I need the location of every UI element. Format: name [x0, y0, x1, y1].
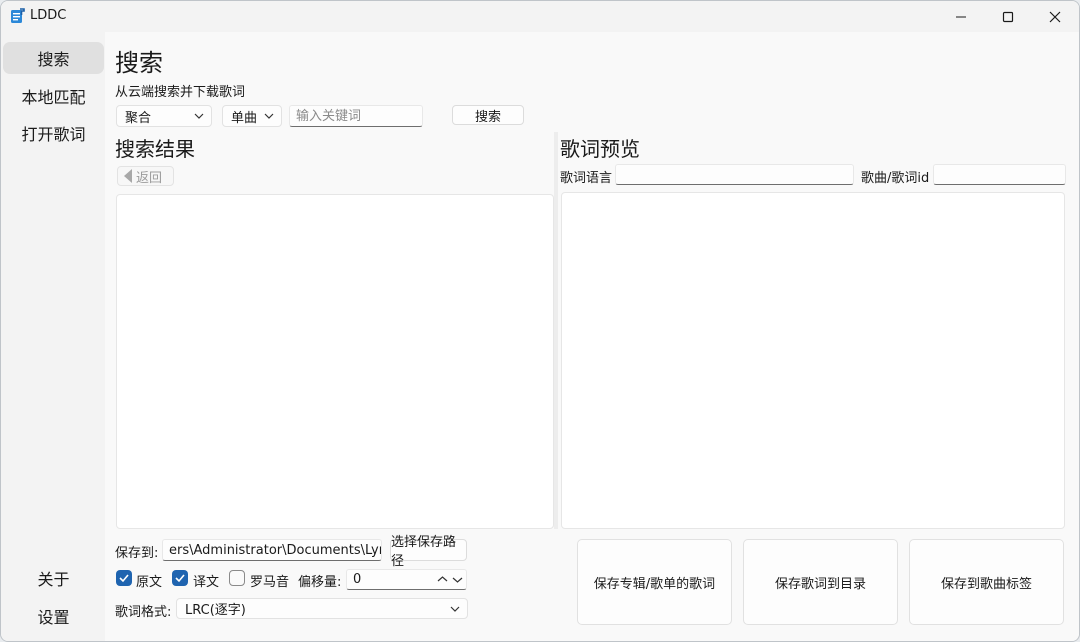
sidebar-item-about[interactable]: 关于	[3, 562, 104, 594]
chevron-down-icon	[194, 113, 204, 119]
sidebar-item-open-lyrics[interactable]: 打开歌词	[3, 117, 104, 149]
results-title: 搜索结果	[115, 137, 195, 161]
back-button-label: 返回	[136, 170, 163, 186]
sidebar: 搜索 本地匹配 打开歌词 关于 设置	[1, 32, 105, 641]
offset-value: 0	[353, 572, 362, 587]
window-title: LDDC	[30, 8, 67, 23]
back-arrow-icon	[124, 169, 132, 183]
app-logo-icon	[11, 8, 25, 23]
translation-checkbox[interactable]	[172, 570, 188, 586]
source-select-value: 聚合	[125, 110, 152, 126]
search-page: 搜索 从云端搜索并下载歌词 聚合 单曲 搜索 搜索结果 返回 歌词预览 歌词语言…	[105, 32, 1079, 641]
song-id-label: 歌曲/歌词id	[861, 171, 930, 186]
minimize-button[interactable]	[938, 1, 984, 32]
source-select[interactable]: 聚合	[116, 105, 212, 127]
lyrics-preview[interactable]	[561, 192, 1065, 529]
splitter-handle[interactable]	[554, 132, 558, 529]
save-path-label: 保存到:	[115, 546, 159, 561]
decrement-icon[interactable]	[452, 574, 463, 585]
save-path-field[interactable]: ers\Administrator\Documents\Lyrics	[162, 539, 382, 561]
close-icon	[1049, 11, 1061, 22]
romaji-checkbox[interactable]	[229, 570, 245, 586]
chevron-down-icon	[264, 113, 274, 119]
language-label: 歌词语言	[560, 171, 613, 186]
translation-label: 译文	[193, 575, 220, 590]
app-window: LDDC 搜索 本地匹配 打开歌词 关于 设置 搜索 从云端搜索并下载歌词 聚合…	[0, 0, 1080, 642]
minimize-icon	[956, 16, 966, 17]
choose-path-button[interactable]: 选择保存路径	[390, 535, 467, 569]
sidebar-item-settings[interactable]: 设置	[3, 600, 104, 632]
romaji-label: 罗马音	[250, 575, 290, 590]
chevron-down-icon	[450, 606, 460, 612]
title-bar: LDDC	[1, 1, 1079, 32]
close-button[interactable]	[1032, 1, 1078, 32]
offset-spinbox[interactable]: 0	[346, 569, 467, 590]
format-select[interactable]: LRC(逐字)	[176, 598, 468, 619]
results-list[interactable]	[116, 194, 554, 529]
song-id-field[interactable]	[933, 164, 1066, 185]
format-select-value: LRC(逐字)	[185, 603, 246, 618]
page-subtitle: 从云端搜索并下载歌词	[115, 85, 246, 100]
keyword-input[interactable]	[289, 105, 423, 127]
format-label: 歌词格式:	[115, 605, 172, 620]
increment-icon[interactable]	[437, 574, 448, 585]
type-select-value: 单曲	[231, 110, 258, 126]
maximize-button[interactable]	[985, 1, 1031, 32]
type-select[interactable]: 单曲	[222, 105, 282, 127]
save-to-tag-button[interactable]: 保存到歌曲标签	[909, 539, 1064, 625]
check-icon	[175, 574, 185, 583]
original-label: 原文	[136, 575, 163, 590]
page-title: 搜索	[115, 49, 163, 77]
offset-label: 偏移量:	[298, 575, 342, 590]
save-to-directory-button[interactable]: 保存歌词到目录	[743, 539, 898, 625]
save-album-playlist-button[interactable]: 保存专辑/歌单的歌词	[577, 539, 732, 625]
maximize-icon	[1002, 11, 1014, 22]
language-field[interactable]	[615, 164, 854, 185]
preview-title: 歌词预览	[560, 137, 640, 161]
sidebar-item-local-match[interactable]: 本地匹配	[3, 80, 104, 112]
search-button[interactable]: 搜索	[452, 105, 524, 125]
back-button[interactable]: 返回	[117, 166, 174, 186]
check-icon	[119, 574, 129, 583]
original-checkbox[interactable]	[116, 570, 132, 586]
sidebar-item-search[interactable]: 搜索	[3, 42, 104, 74]
